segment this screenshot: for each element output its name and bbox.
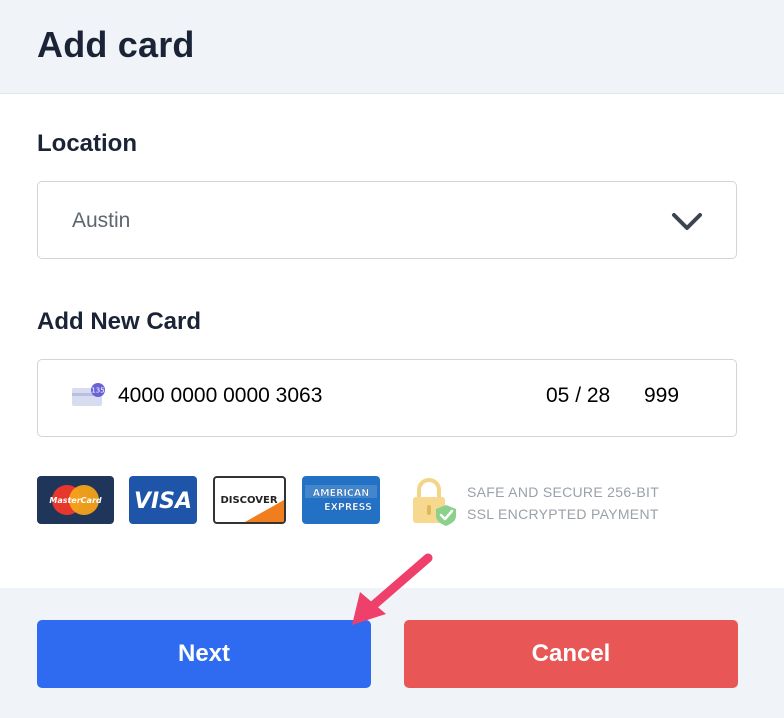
discover-logo-text: DISCOVER	[220, 495, 277, 506]
card-number-input[interactable]: 4000 0000 0000 3063	[118, 384, 322, 408]
amex-logo-line1: AMERICAN	[313, 488, 369, 499]
secure-payment-text: SAFE AND SECURE 256-BIT SSL ENCRYPTED PA…	[467, 481, 659, 525]
card-input-field[interactable]: 135 4000 0000 0000 3063 05 / 28 999	[37, 359, 737, 437]
credit-card-icon: 135	[72, 383, 105, 406]
amex-logo-line2: EXPRESS	[324, 502, 372, 513]
location-selected-value: Austin	[72, 209, 131, 232]
cancel-button[interactable]: Cancel	[404, 620, 738, 688]
visa-logo-text: VISA	[134, 489, 192, 514]
discover-logo: DISCOVER	[213, 476, 286, 524]
secure-text-line1: SAFE AND SECURE 256-BIT	[467, 484, 660, 500]
chevron-down-icon	[672, 213, 702, 230]
american-express-logo: AMERICAN EXPRESS	[302, 476, 380, 524]
dialog-title: Add card	[37, 24, 195, 65]
new-card-label: Add New Card	[37, 308, 202, 335]
mastercard-logo-text: MasterCard	[49, 496, 102, 505]
mastercard-logo: MasterCard	[37, 476, 114, 524]
visa-logo: VISA	[129, 476, 197, 524]
secure-lock-icon	[413, 478, 456, 526]
secure-text-line2: SSL ENCRYPTED PAYMENT	[467, 506, 659, 522]
card-expiry-input[interactable]: 05 / 28	[546, 384, 610, 408]
dialog-header: Add card	[0, 0, 784, 94]
location-label: Location	[37, 130, 137, 157]
next-button[interactable]: Next	[37, 620, 371, 688]
annotation-arrow-icon	[352, 553, 433, 625]
card-cvc-input[interactable]: 999	[644, 384, 679, 408]
card-badge-text: 135	[91, 387, 104, 395]
location-select[interactable]: Austin	[37, 181, 737, 259]
